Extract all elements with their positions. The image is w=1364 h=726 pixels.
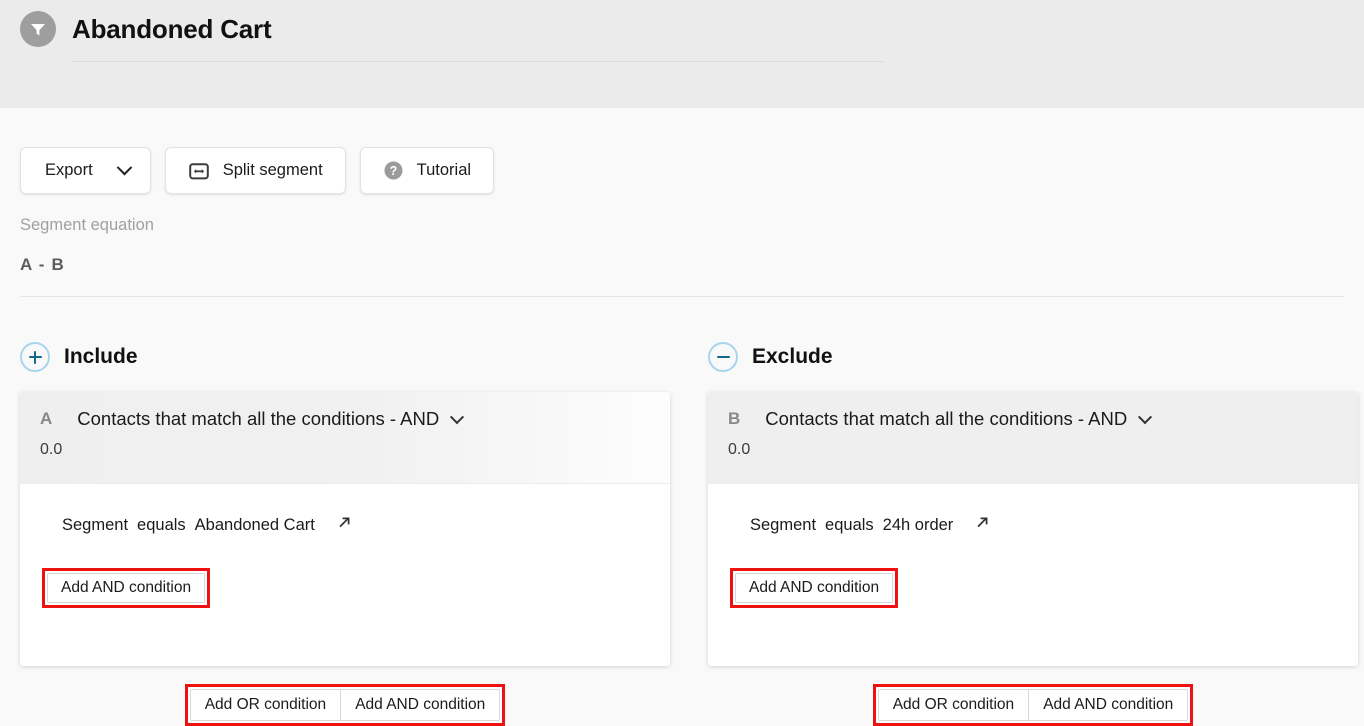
include-add-and-wrapper: Add AND condition bbox=[42, 568, 650, 608]
exclude-column-title: Exclude bbox=[752, 345, 833, 368]
page-header: Abandoned Cart bbox=[20, 11, 272, 47]
page-header-band: Abandoned Cart bbox=[0, 0, 1364, 108]
include-condition-value[interactable]: Abandoned Cart bbox=[195, 516, 315, 535]
funnel-icon bbox=[20, 11, 56, 47]
question-circle-icon: ? bbox=[383, 160, 404, 181]
exclude-condition-operator[interactable]: equals bbox=[825, 516, 874, 535]
include-footer-add-and-button[interactable]: Add AND condition bbox=[340, 690, 500, 720]
toolbar: Export Split segment ? Tutorial bbox=[20, 147, 495, 194]
exclude-card-header: B Contacts that match all the conditions… bbox=[708, 392, 1358, 484]
include-condition-card: A Contacts that match all the conditions… bbox=[20, 392, 670, 666]
include-card-letter: A bbox=[40, 409, 53, 428]
chevron-down-icon bbox=[116, 159, 132, 176]
chevron-down-icon[interactable] bbox=[1137, 410, 1152, 425]
include-column-header: Include bbox=[20, 337, 670, 377]
exclude-add-and-wrapper: Add AND condition bbox=[730, 568, 1338, 608]
exclude-condition-field[interactable]: Segment bbox=[750, 516, 816, 535]
exclude-condition-value[interactable]: 24h order bbox=[883, 516, 954, 535]
include-condition-field[interactable]: Segment bbox=[62, 516, 128, 535]
exclude-card-letter: B bbox=[728, 409, 741, 428]
exclude-column: Exclude B Contacts that match all the co… bbox=[708, 337, 1358, 726]
exclude-column-header: Exclude bbox=[708, 337, 1358, 377]
include-footer-wrapper: Add OR condition Add AND condition bbox=[20, 684, 670, 726]
exclude-card-count: 0.0 bbox=[728, 441, 751, 458]
include-footer-annotation: Add OR condition Add AND condition bbox=[184, 684, 506, 726]
equation-divider bbox=[20, 296, 1344, 297]
include-card-title: Contacts that match all the conditions -… bbox=[77, 408, 440, 429]
chevron-down-icon[interactable] bbox=[449, 410, 464, 425]
include-add-or-button[interactable]: Add OR condition bbox=[190, 690, 341, 720]
include-card-header: A Contacts that match all the conditions… bbox=[20, 392, 670, 484]
external-link-icon[interactable] bbox=[336, 514, 353, 536]
exclude-card-body: Segment equals 24h order Add AND conditi… bbox=[708, 484, 1358, 666]
external-link-icon[interactable] bbox=[974, 514, 991, 536]
exclude-card-title: Contacts that match all the conditions -… bbox=[765, 408, 1128, 429]
include-add-and-button[interactable]: Add AND condition bbox=[47, 573, 206, 603]
exclude-add-or-button[interactable]: Add OR condition bbox=[878, 690, 1029, 720]
include-card-body: Segment equals Abandoned Cart Add AND co… bbox=[20, 484, 670, 666]
exclude-footer-add-and-button[interactable]: Add AND condition bbox=[1028, 690, 1188, 720]
include-footer-button-group: Add OR condition Add AND condition bbox=[189, 689, 501, 721]
include-add-and-annotation: Add AND condition bbox=[42, 568, 211, 608]
title-divider bbox=[71, 61, 884, 62]
tutorial-button-label: Tutorial bbox=[416, 161, 472, 179]
tutorial-button[interactable]: ? Tutorial bbox=[359, 147, 495, 194]
split-segment-button[interactable]: Split segment bbox=[164, 147, 346, 194]
exclude-footer-button-group: Add OR condition Add AND condition bbox=[877, 689, 1189, 721]
minus-circle-icon[interactable] bbox=[708, 342, 738, 372]
include-column-title: Include bbox=[64, 345, 138, 368]
exclude-footer-annotation: Add OR condition Add AND condition bbox=[872, 684, 1194, 726]
split-segment-button-label: Split segment bbox=[222, 161, 323, 179]
split-segment-icon bbox=[188, 160, 210, 182]
exclude-condition-card: B Contacts that match all the conditions… bbox=[708, 392, 1358, 666]
segment-equation-value: A - B bbox=[20, 255, 66, 274]
export-button[interactable]: Export bbox=[20, 147, 151, 194]
export-button-label: Export bbox=[45, 161, 93, 179]
svg-text:?: ? bbox=[389, 164, 397, 178]
include-condition-row: Segment equals Abandoned Cart bbox=[62, 514, 650, 536]
exclude-condition-row: Segment equals 24h order bbox=[750, 514, 1338, 536]
exclude-footer-wrapper: Add OR condition Add AND condition bbox=[708, 684, 1358, 726]
segment-equation-label: Segment equation bbox=[20, 216, 154, 234]
exclude-add-and-button[interactable]: Add AND condition bbox=[735, 573, 894, 603]
exclude-add-and-annotation: Add AND condition bbox=[730, 568, 899, 608]
page-title: Abandoned Cart bbox=[72, 14, 272, 44]
plus-circle-icon[interactable] bbox=[20, 342, 50, 372]
include-column: Include A Contacts that match all the co… bbox=[20, 337, 670, 726]
include-card-count: 0.0 bbox=[40, 441, 63, 458]
include-condition-operator[interactable]: equals bbox=[137, 516, 186, 535]
